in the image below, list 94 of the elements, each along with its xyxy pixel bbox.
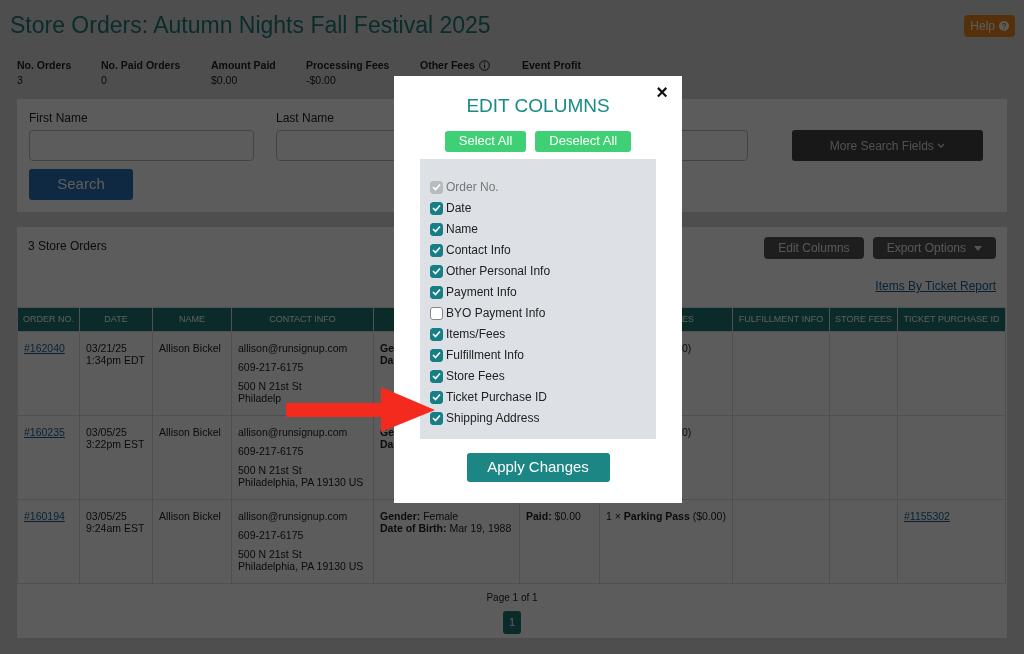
stat-value: 3 xyxy=(17,73,24,89)
checkbox[interactable] xyxy=(430,390,443,404)
cell-text: allison@runsignup.com xyxy=(238,510,348,523)
cell-text: 9:24am EST xyxy=(86,522,145,535)
cell-text: allison@runsignup.com xyxy=(238,426,348,439)
column-header: DATE xyxy=(104,313,128,324)
cell-text: Gender: Female xyxy=(380,510,459,523)
cell-text: Allison Bickel xyxy=(159,510,221,523)
cell-text: Ge xyxy=(380,342,394,355)
cell-text: 609-217-6175 xyxy=(238,529,304,542)
checkbox-label: BYO Payment Info xyxy=(446,305,546,322)
cell-text: 0) xyxy=(682,342,692,355)
cell-text: Philadelp xyxy=(238,392,282,405)
close-button[interactable]: × xyxy=(654,82,670,102)
cell-text: 03/05/25 xyxy=(86,426,127,439)
order-link[interactable]: #162040 xyxy=(24,342,65,355)
cell-text: 03/05/25 xyxy=(86,510,127,523)
apply-changes-button[interactable]: Apply Changes xyxy=(466,452,610,482)
page-count: Page 1 of 1 xyxy=(486,592,538,604)
checkbox[interactable] xyxy=(430,264,443,278)
column-header: FULFILLMENT INFO xyxy=(738,313,824,324)
checkbox-label: Order No. xyxy=(446,179,499,196)
checkbox-label: Contact Info xyxy=(446,242,511,259)
cell-text: 0) xyxy=(682,426,692,439)
checkbox[interactable] xyxy=(430,411,443,425)
checkbox-label: Fulfillment Info xyxy=(446,347,525,364)
cell-text: Allison Bickel xyxy=(159,342,221,355)
checkbox-label: Shipping Address xyxy=(446,410,540,427)
help-button[interactable]: Help xyxy=(964,14,1015,37)
checkbox-label: Payment Info xyxy=(446,284,517,301)
cell-text: 1 × Parking Pass ($0.00) xyxy=(606,510,726,523)
cell-text: 609-217-6175 xyxy=(238,445,304,458)
cell-text: Date of Birth: Mar 19, 1988 xyxy=(380,522,512,535)
checkbox[interactable] xyxy=(430,243,443,257)
stat-label: Other Fees xyxy=(420,57,475,73)
checkbox-label: Store Fees xyxy=(446,368,505,385)
cell-text: 500 N 21st St xyxy=(238,548,302,561)
chevron-icon xyxy=(937,143,946,150)
cell-text: 03/21/25 xyxy=(86,342,127,355)
stat-value: 0 xyxy=(101,73,108,89)
cell-text: allison@runsignup.com xyxy=(238,342,348,355)
order-link[interactable]: #160235 xyxy=(24,426,65,439)
cell-text: Da xyxy=(380,354,394,367)
stat-label: Event Profit xyxy=(522,57,581,73)
search-button[interactable]: Search xyxy=(29,169,133,201)
cell-text: Allison Bickel xyxy=(159,426,221,439)
select-all-button[interactable]: Select All xyxy=(444,130,527,152)
cell-text: Da xyxy=(380,438,394,451)
cell-text: 500 N 21st St xyxy=(238,464,302,477)
info-icon xyxy=(478,59,490,71)
column-header: ORDER NO. xyxy=(23,313,74,324)
page-button[interactable]: 1 xyxy=(503,611,521,635)
cell-text: Philadelphia, PA 19130 US xyxy=(238,476,364,489)
checkbox-label: Name xyxy=(446,221,478,238)
checkbox-label: Date xyxy=(446,200,472,217)
cell-text: Philadelphia, PA 19130 US xyxy=(238,560,364,573)
orders-heading: 3 Store Orders xyxy=(28,238,107,256)
order-link[interactable]: #1155302 xyxy=(904,510,950,523)
cell-text: 500 N 21st St xyxy=(238,380,302,393)
checkbox[interactable] xyxy=(430,306,443,320)
column-header: CONTACT INFO xyxy=(269,313,336,324)
page-title: Store Orders: Autumn Nights Fall Festival 2025 xyxy=(10,12,491,40)
stat-label: Processing Fees xyxy=(306,57,390,73)
stat-label: Amount Paid xyxy=(211,57,276,73)
deselect-all-button[interactable]: Deselect All xyxy=(535,130,632,152)
stat-label: No. Paid Orders xyxy=(101,57,181,73)
checkbox-label: Items/Fees xyxy=(446,326,506,343)
stat-value: $0.00 xyxy=(211,73,239,89)
checkbox-label: Other Personal Info xyxy=(446,263,551,280)
checkbox[interactable] xyxy=(430,285,443,299)
field-label: First Name xyxy=(29,111,88,126)
column-header: TICKET PURCHASE ID xyxy=(903,313,1000,324)
dialog-title: EDIT COLUMNS xyxy=(465,94,611,118)
input-field[interactable] xyxy=(29,130,254,162)
checkbox[interactable] xyxy=(430,369,443,383)
cell-text: 1:34pm EDT xyxy=(86,354,145,367)
cell-text: 609-217-6175 xyxy=(238,361,304,374)
column-header: ES xyxy=(682,313,694,324)
stat-label: No. Orders xyxy=(17,57,72,73)
field-label: Last Name xyxy=(276,111,335,126)
report-link[interactable]: Items By Ticket Report xyxy=(875,277,996,296)
order-link[interactable]: #160194 xyxy=(24,510,65,523)
cell-text: 3:22pm EST xyxy=(86,438,145,451)
checkbox-label: Ticket Purchase ID xyxy=(446,389,547,406)
help-icon xyxy=(999,20,1009,31)
stat-value: -$0.00 xyxy=(306,73,337,89)
checkbox[interactable] xyxy=(430,348,443,362)
checkbox[interactable] xyxy=(430,222,443,236)
caret-icon xyxy=(974,245,982,251)
cell-text: Paid: $0.00 xyxy=(526,510,581,523)
column-header: STORE FEES xyxy=(835,313,892,324)
column-header: NAME xyxy=(179,313,205,324)
checkbox[interactable] xyxy=(430,327,443,341)
checkbox[interactable] xyxy=(430,201,443,215)
